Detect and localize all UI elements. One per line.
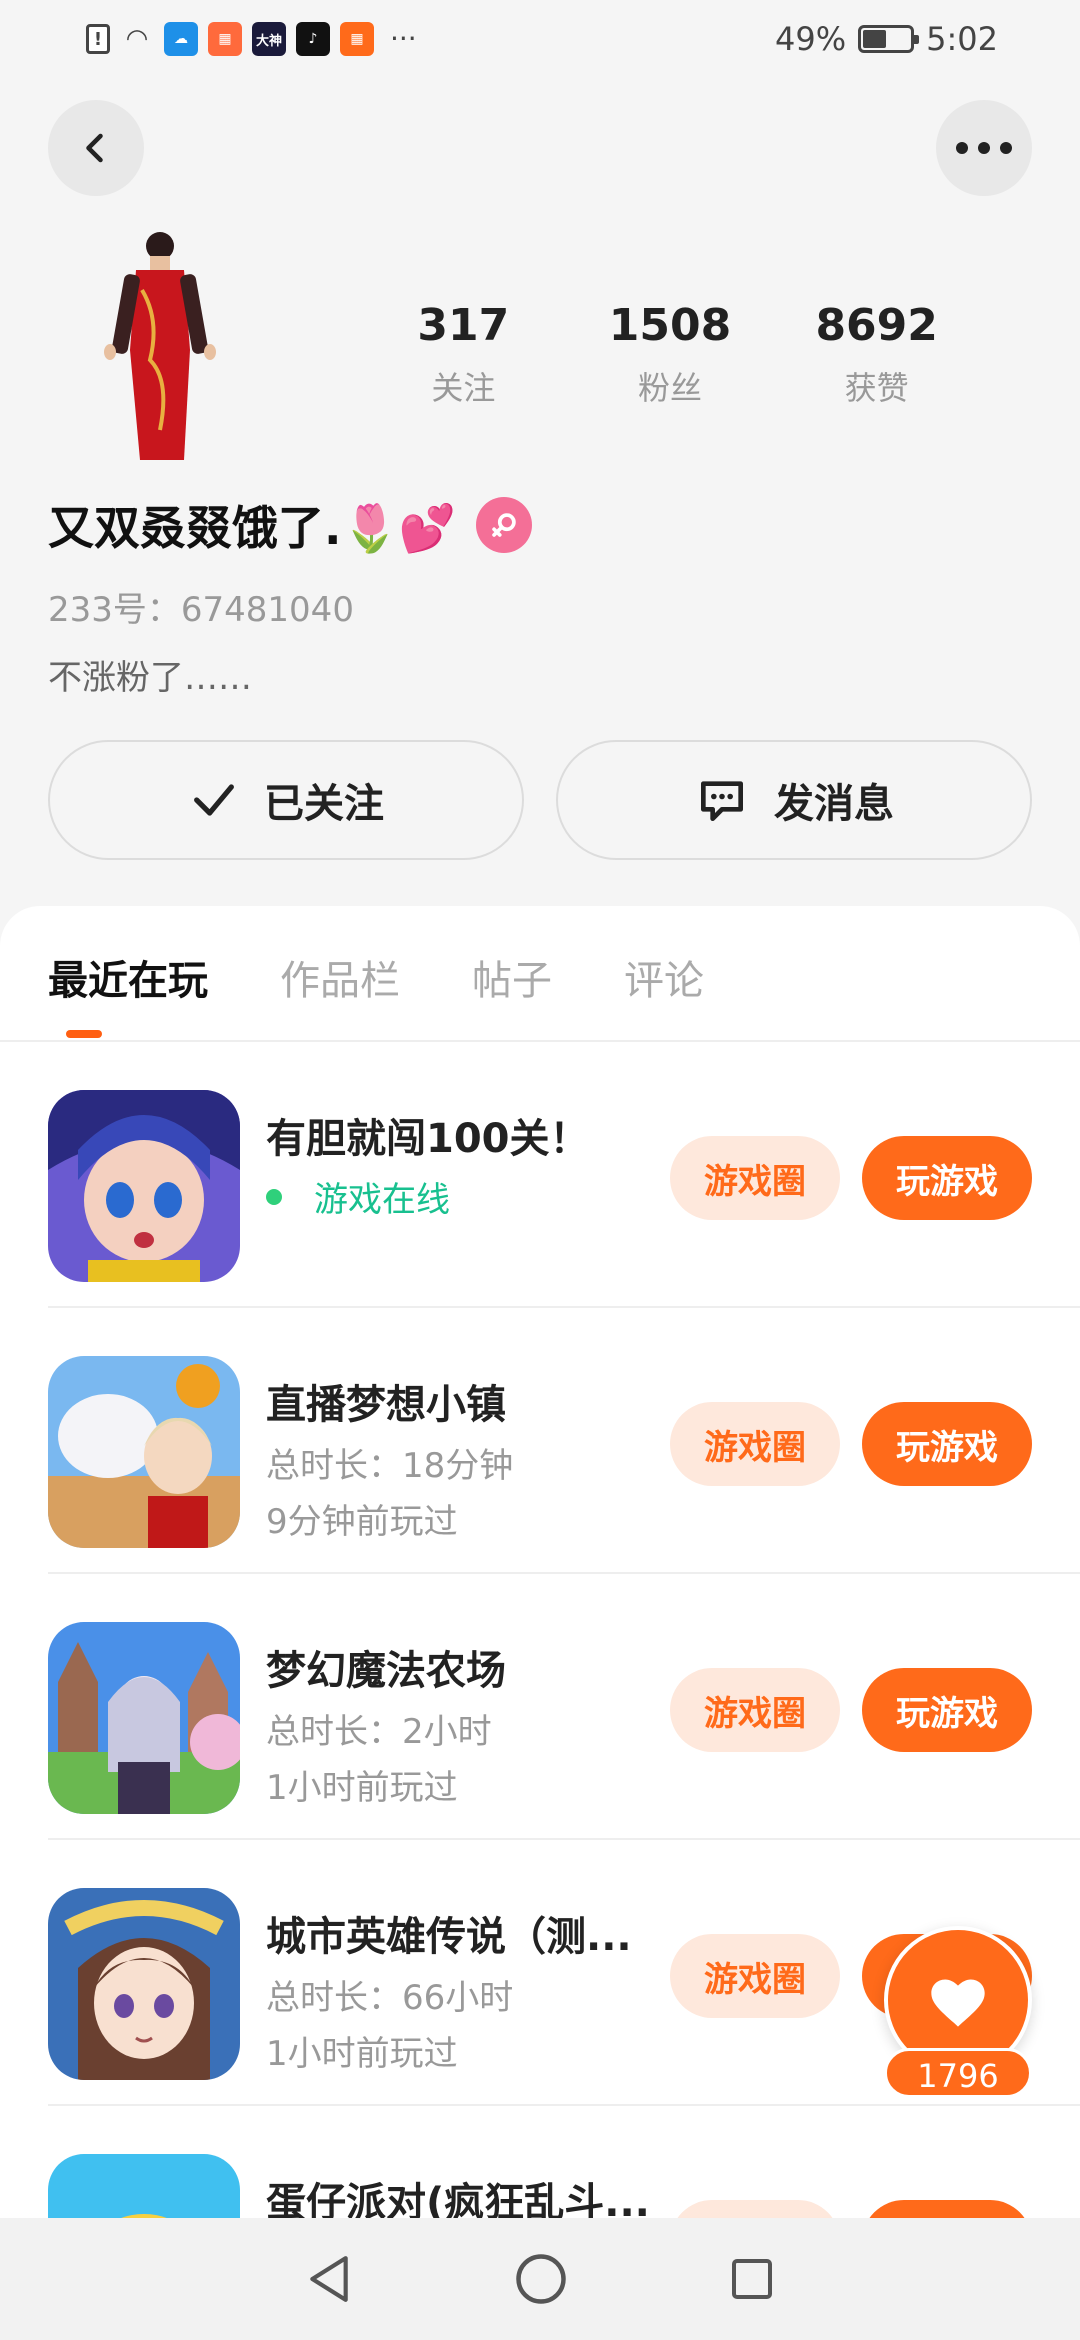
like-count-badge: 1796 (884, 2048, 1032, 2098)
play-game-button[interactable]: 玩游戏 (862, 1402, 1032, 1486)
nav-recents-icon[interactable] (728, 2255, 776, 2303)
nickname: 又双叒叕饿了.🌷💕 (48, 501, 457, 555)
tab-recently-played[interactable]: 最近在玩 (48, 948, 208, 1006)
game-title: 有胆就闯100关！ (266, 1116, 590, 1162)
avatar[interactable] (80, 230, 240, 470)
nickname-row: 又双叒叕饿了.🌷💕 (48, 492, 533, 558)
total-playtime: 总时长：18分钟 (266, 1446, 514, 1486)
game-artwork (48, 1090, 240, 1282)
following-label: 关注 (431, 369, 496, 407)
likes-label: 获赞 (844, 369, 909, 407)
total-playtime: 总时长：2小时 (266, 1712, 492, 1752)
tab-bar: 最近在玩 作品栏 帖子 评论 (48, 948, 704, 1006)
tab-works[interactable]: 作品栏 (280, 948, 400, 1006)
tab-comments[interactable]: 评论 (624, 948, 704, 1006)
followed-label: 已关注 (264, 781, 384, 827)
game-list-item[interactable]: 梦幻魔法农场 总时长：2小时 1小时前玩过 游戏圈 玩游戏 (0, 1574, 1080, 1840)
online-status: 游戏在线 (266, 1172, 450, 1221)
followers-label: 粉丝 (638, 369, 703, 407)
profile-stats: 317 关注 1508 粉丝 8692 获赞 (360, 300, 980, 409)
online-label: 游戏在线 (314, 1180, 450, 1220)
battery-fill (863, 30, 886, 48)
tiktok-icon: ♪ (296, 22, 330, 56)
more-notifications-icon: ··· (390, 22, 417, 55)
play-game-button[interactable]: 玩游戏 (862, 1136, 1032, 1220)
chevron-left-icon (86, 133, 103, 163)
game-title: 城市英雄传说（测... (266, 1914, 632, 1960)
active-tab-indicator (66, 1030, 102, 1038)
status-right: 49% 5:02 (775, 20, 998, 58)
female-symbol-icon (492, 513, 516, 537)
nav-home-icon[interactable] (514, 2252, 568, 2306)
user-id: 233号：67481040 (48, 590, 354, 630)
chat-bubble-icon (701, 781, 743, 821)
game-artwork (48, 1622, 240, 1814)
last-played: 1小时前玩过 (266, 2034, 458, 2074)
content-card: 最近在玩 作品栏 帖子 评论 有胆就闯100关！ 游戏在线 游戏圈 玩游戏 直播… (0, 906, 1080, 2340)
game-title: 梦幻魔法农场 (266, 1648, 506, 1694)
game-circle-button[interactable]: 游戏圈 (670, 1402, 840, 1486)
clock: 5:02 (926, 20, 998, 58)
alert-icon: ! (86, 24, 110, 54)
stat-following[interactable]: 317 关注 (360, 300, 567, 409)
system-navigation-bar (0, 2218, 1080, 2340)
battery-icon (858, 25, 920, 53)
game-title: 直播梦想小镇 (266, 1382, 506, 1428)
wifi-icon: ◠ (127, 24, 147, 54)
dot-icon (978, 142, 990, 154)
bio: 不涨粉了…… (48, 658, 252, 698)
game-icon-image[interactable] (48, 1090, 240, 1282)
stat-likes[interactable]: 8692 获赞 (773, 300, 980, 409)
game-icon-image[interactable] (48, 1888, 240, 2080)
dashen-app-icon: 大神 (252, 22, 286, 56)
more-options-button[interactable] (936, 100, 1032, 196)
game-list-item[interactable]: 有胆就闯100关！ 游戏在线 游戏圈 玩游戏 (0, 1042, 1080, 1308)
dot-icon (1000, 142, 1012, 154)
back-button[interactable] (48, 100, 144, 196)
following-count: 317 (417, 300, 510, 351)
likes-count: 8692 (815, 300, 938, 351)
cloud-app-icon: ☁ (164, 22, 198, 56)
status-icons: ! ◠ ☁ ▦ 大神 ♪ ▦ ··· (86, 22, 417, 56)
send-message-label: 发消息 (774, 781, 894, 827)
last-played: 9分钟前玩过 (266, 1502, 458, 1542)
tab-posts[interactable]: 帖子 (472, 948, 552, 1006)
game-list-item[interactable]: 直播梦想小镇 总时长：18分钟 9分钟前玩过 游戏圈 玩游戏 (0, 1308, 1080, 1574)
game-icon-image[interactable] (48, 1356, 240, 1548)
followers-count: 1508 (608, 300, 732, 351)
play-game-button[interactable]: 玩游戏 (862, 1668, 1032, 1752)
game-icon-image[interactable] (48, 1622, 240, 1814)
game-artwork (48, 1356, 240, 1548)
send-message-button[interactable]: 发消息 (556, 740, 1032, 860)
total-playtime: 总时长：66小时 (266, 1978, 514, 2018)
battery-percent: 49% (775, 20, 847, 58)
checkmark-icon (194, 784, 234, 816)
game-artwork (48, 1888, 240, 2080)
avatar-figure-image (104, 232, 216, 460)
dashen-app-label: 大神 (255, 33, 282, 49)
dot-icon (956, 142, 968, 154)
online-dot-icon (266, 1188, 282, 1205)
heart-icon (931, 1979, 985, 2027)
followed-button[interactable]: 已关注 (48, 740, 524, 860)
status-bar: ! ◠ ☁ ▦ 大神 ♪ ▦ ··· 49% 5:02 (0, 0, 1080, 80)
app3-icon: ▦ (340, 22, 374, 56)
game-circle-button[interactable]: 游戏圈 (670, 1668, 840, 1752)
game-circle-button[interactable]: 游戏圈 (670, 1136, 840, 1220)
female-gender-icon (476, 497, 533, 553)
stat-followers[interactable]: 1508 粉丝 (567, 300, 774, 409)
last-played: 1小时前玩过 (266, 1768, 458, 1808)
game-circle-button[interactable]: 游戏圈 (670, 1934, 840, 2018)
nav-back-icon[interactable] (304, 2251, 354, 2307)
app2-icon: ▦ (208, 22, 242, 56)
